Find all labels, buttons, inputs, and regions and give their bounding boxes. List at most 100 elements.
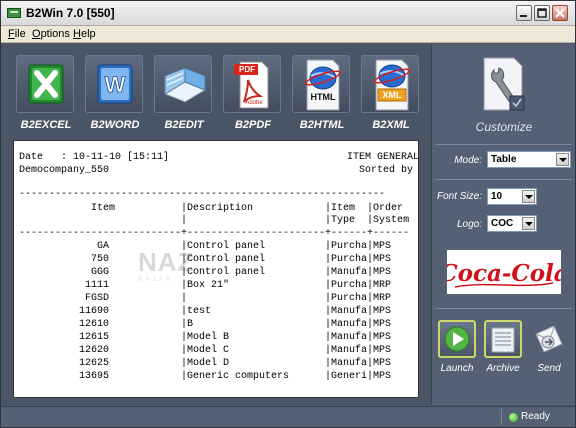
b2xml-button[interactable]: XML B2XML bbox=[360, 55, 422, 135]
b2edit-tile bbox=[154, 55, 212, 113]
menu-options-mnemonic: O bbox=[32, 28, 41, 40]
b2pdf-tile: PDF Adobe bbox=[223, 55, 281, 113]
b2html-button[interactable]: HTML B2HTML bbox=[291, 55, 353, 135]
font-size-value: 10 bbox=[491, 191, 503, 202]
coca-cola-logo: Coca-Cola bbox=[439, 260, 569, 288]
launch-button[interactable]: Launch bbox=[436, 320, 478, 378]
maximize-button[interactable] bbox=[534, 5, 550, 21]
customize-button[interactable] bbox=[480, 56, 528, 112]
menu-file[interactable]: File bbox=[8, 28, 26, 40]
send-button[interactable]: Send bbox=[528, 320, 570, 378]
svg-text:W: W bbox=[105, 72, 126, 97]
customize-label: Customize bbox=[475, 120, 533, 134]
report-rule-top: ----------------------------------------… bbox=[19, 189, 386, 200]
xml-globe-icon bbox=[374, 59, 410, 111]
report-column-header-2: | |Type |System bbox=[19, 215, 410, 226]
table-row: 12625 |Model D |Manufa|MPS bbox=[19, 358, 392, 369]
close-button[interactable] bbox=[552, 5, 568, 21]
font-size-select[interactable]: 10 bbox=[487, 188, 537, 205]
launch-label: Launch bbox=[440, 363, 474, 374]
xml-icon-text: XML bbox=[382, 90, 402, 100]
title-bar[interactable]: B2Win 7.0 [550] bbox=[1, 1, 575, 26]
menu-help-label: elp bbox=[80, 28, 96, 40]
table-row: FGSD | |Purcha|MRP bbox=[19, 293, 392, 304]
b2edit-label: B2EDIT bbox=[164, 119, 204, 131]
wrench-document-icon bbox=[483, 57, 525, 111]
excel-icon bbox=[28, 64, 64, 104]
b2excel-label: B2EXCEL bbox=[20, 119, 72, 131]
b2edit-button[interactable]: B2EDIT bbox=[153, 55, 215, 135]
pdf-adobe-text: Adobe bbox=[245, 100, 263, 106]
window-title: B2Win 7.0 [550] bbox=[26, 6, 115, 20]
archive-box-icon bbox=[491, 327, 515, 353]
b2xml-tile: XML bbox=[361, 55, 419, 113]
menu-help[interactable]: Help bbox=[73, 28, 96, 40]
archive-button[interactable]: Archive bbox=[482, 320, 524, 378]
export-toolbar: B2EXCEL W B2WORD B2EDIT PDF Adobe B2PDF … bbox=[3, 44, 431, 137]
table-row: 11690 |test |Manufa|MPS bbox=[19, 306, 392, 317]
report-sorted-by: Sorted by bbox=[359, 165, 414, 176]
logo-select[interactable]: COC bbox=[487, 215, 537, 232]
status-indicator-icon bbox=[509, 413, 518, 422]
maximize-icon bbox=[537, 8, 547, 18]
logo-value: COC bbox=[491, 218, 514, 229]
b2html-tile: HTML bbox=[292, 55, 350, 113]
menu-bar: File Options Help bbox=[1, 26, 575, 43]
app-icon bbox=[7, 8, 21, 18]
html-globe-icon bbox=[305, 59, 341, 111]
minimize-button[interactable] bbox=[516, 5, 532, 21]
divider bbox=[436, 144, 572, 145]
mode-label: Mode: bbox=[454, 155, 482, 166]
play-icon bbox=[444, 326, 470, 352]
watermark-subtext: NAZAR bbox=[138, 277, 174, 283]
mode-value: Table bbox=[491, 154, 517, 165]
b2pdf-label: B2PDF bbox=[234, 119, 272, 131]
app-window: B2Win 7.0 [550] File Options Help B2EXCE… bbox=[0, 0, 576, 428]
menu-help-mnemonic: H bbox=[73, 28, 81, 40]
pdf-icon-text: PDF bbox=[239, 65, 255, 74]
table-row: 12615 |Model B |Manufa|MPS bbox=[19, 332, 392, 343]
report-title: ITEM GENERAL bbox=[347, 152, 419, 163]
send-envelope-icon bbox=[535, 325, 563, 353]
logo-text: Coca-Cola bbox=[447, 260, 561, 287]
divider bbox=[436, 308, 572, 309]
chevron-down-icon[interactable] bbox=[522, 217, 535, 230]
font-size-label: Font Size: bbox=[436, 191, 482, 202]
b2excel-tile bbox=[16, 55, 74, 113]
menu-options[interactable]: Options bbox=[32, 28, 70, 40]
divider bbox=[436, 179, 572, 180]
b2word-tile: W bbox=[85, 55, 143, 113]
chevron-down-icon[interactable] bbox=[522, 190, 535, 203]
watermark-text: NAZ bbox=[138, 247, 195, 277]
html-icon-text: HTML bbox=[310, 92, 336, 102]
b2html-label: B2HTML bbox=[299, 119, 345, 131]
table-row: 12610 |B |Manufa|MPS bbox=[19, 319, 392, 330]
edit-book-icon bbox=[163, 67, 207, 103]
report-company: Democompany_550 bbox=[19, 165, 110, 176]
word-icon: W bbox=[97, 64, 133, 104]
b2excel-button[interactable]: B2EXCEL bbox=[15, 55, 77, 135]
menu-file-label: ile bbox=[14, 28, 26, 40]
settings-panel: Customize Mode: Table Font Size: 10 Logo… bbox=[431, 44, 575, 405]
archive-tile bbox=[484, 320, 522, 358]
table-row: 12620 |Model C |Manufa|MPS bbox=[19, 345, 392, 356]
b2pdf-button[interactable]: PDF Adobe B2PDF bbox=[222, 55, 284, 135]
report-preview[interactable]: Date : 10-11-10 [15:11] Democompany_550 … bbox=[13, 140, 419, 398]
report-rule-columns: ---------------------------+------------… bbox=[19, 228, 410, 239]
table-row: 13695 |Generic computers |Generi|MPS bbox=[19, 371, 392, 382]
report-date: Date : 10-11-10 [15:11] bbox=[19, 152, 170, 163]
menu-file-mnemonic: F bbox=[8, 28, 15, 40]
mode-select[interactable]: Table bbox=[487, 151, 571, 168]
logo-label: Logo: bbox=[456, 219, 482, 230]
b2word-button[interactable]: W B2WORD bbox=[84, 55, 146, 135]
archive-label: Archive bbox=[486, 363, 520, 374]
b2xml-label: B2XML bbox=[372, 119, 410, 131]
logo-preview: Coca-Cola bbox=[439, 250, 569, 294]
watermark: NAZ NAZAR bbox=[138, 245, 288, 285]
minimize-icon bbox=[520, 15, 527, 17]
send-label: Send bbox=[537, 363, 561, 374]
chevron-down-icon[interactable] bbox=[556, 153, 569, 166]
send-tile bbox=[530, 320, 568, 358]
report-column-header: Item |Description |Item |Order bbox=[19, 203, 404, 214]
b2word-label: B2WORD bbox=[90, 119, 140, 131]
